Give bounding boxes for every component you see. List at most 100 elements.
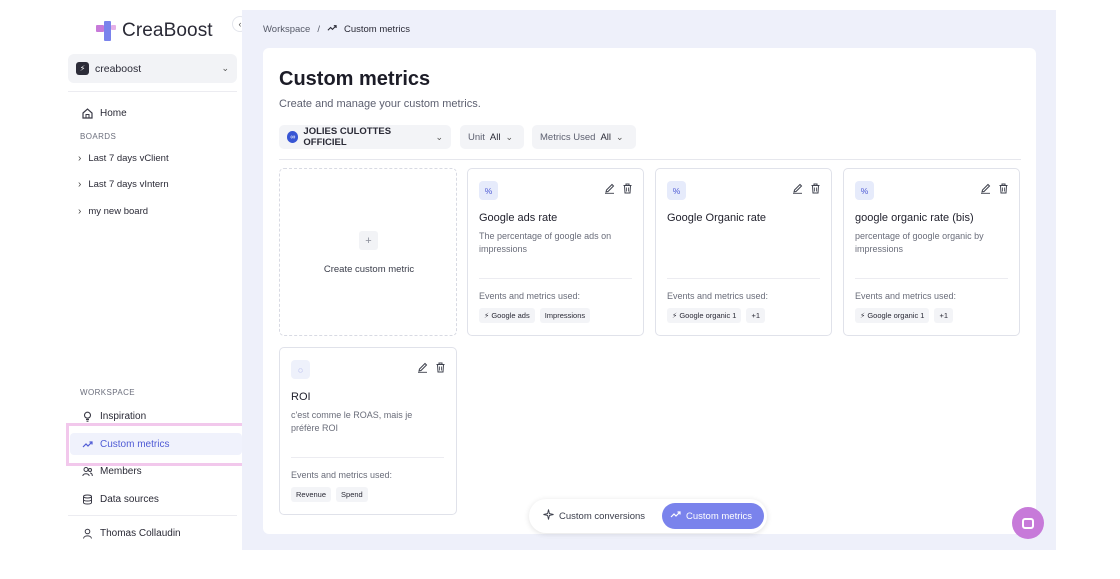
nav-home[interactable]: Home: [82, 105, 127, 121]
edit-icon[interactable]: [416, 361, 428, 373]
board-item-label: Last 7 days vIntern: [88, 179, 169, 190]
metric-tag: Revenue: [291, 487, 332, 502]
card-actions: [979, 182, 1009, 194]
metric-title: Google ads rate: [479, 212, 558, 224]
chevron-down-icon: ⌄: [616, 131, 624, 142]
metric-used-label: Events and metrics used:: [291, 470, 393, 480]
metric-used-label: Events and metrics used:: [855, 291, 957, 301]
metric-tag: +1: [934, 308, 954, 323]
account-filter-label: JOLIES CULOTTES OFFICIEL: [303, 126, 392, 148]
metric-tags: ⚡ Google organic 1 +1: [855, 308, 954, 323]
workspace-name: creaboost: [95, 62, 142, 75]
create-custom-metric-label: Create custom metric: [323, 264, 415, 275]
unit-filter-label: Unit: [468, 131, 485, 143]
edit-icon[interactable]: [979, 182, 991, 194]
metric-card[interactable]: % Google ads rate The percentage of goog…: [467, 168, 644, 336]
metric-tag: ⚡ Google ads: [479, 308, 535, 323]
divider: [291, 457, 444, 458]
percent-icon: %: [667, 181, 686, 200]
trending-up-icon: [327, 23, 337, 36]
percent-icon: %: [855, 181, 874, 200]
unit-filter[interactable]: Unit All ⌄: [460, 125, 524, 149]
metric-description: The percentage of google ads on impressi…: [479, 231, 612, 254]
percent-icon: %: [479, 181, 498, 200]
chevron-down-icon: ⌄: [221, 63, 229, 73]
home-icon: [82, 107, 93, 119]
nav-inspiration[interactable]: Inspiration: [82, 408, 146, 424]
lightbulb-icon: [82, 411, 93, 422]
breadcrumb: Workspace / Custom metrics: [263, 23, 410, 36]
divider: [855, 278, 1008, 279]
metric-used-label: Events and metrics used:: [667, 291, 769, 301]
metric-title: ROI: [291, 391, 311, 403]
app-name: CreaBoost: [122, 20, 213, 41]
members-icon: [82, 466, 93, 477]
metric-tag: ⚡ Google organic 1: [855, 308, 930, 323]
metric-tags: ⚡ Google ads Impressions: [479, 308, 591, 323]
board-item[interactable]: › Last 7 days vClient: [78, 153, 169, 164]
card-actions: [791, 182, 821, 194]
metric-tag: Impressions: [539, 308, 591, 323]
trending-up-icon: [670, 509, 681, 523]
sparkle-icon: [543, 509, 554, 523]
chat-support-button[interactable]: [1012, 507, 1044, 539]
metric-description: c'est comme le ROAS, mais je préfère ROI: [291, 410, 413, 433]
card-actions: [416, 361, 446, 373]
metric-tag: ⚡ Google organic 1: [667, 308, 742, 323]
metric-title: Google Organic rate: [667, 212, 767, 224]
custom-conversions-toggle[interactable]: Custom conversions: [535, 503, 653, 529]
nav-custom-metrics[interactable]: Custom metrics: [82, 436, 169, 452]
board-item[interactable]: › Last 7 days vIntern: [78, 179, 169, 190]
unit-filter-value: All: [489, 131, 501, 143]
metrics-used-filter[interactable]: Metrics Used All ⌄: [532, 125, 636, 149]
metrics-used-filter-label: Metrics Used: [540, 131, 596, 143]
metric-tags: ⚡ Google organic 1 +1: [667, 308, 766, 323]
metrics-used-filter-value: All: [600, 131, 611, 143]
create-custom-metric-card[interactable]: + Create custom metric: [279, 168, 457, 336]
chat-icon: [1022, 517, 1034, 529]
user-profile[interactable]: Thomas Collaudin: [82, 525, 181, 541]
breadcrumb-root[interactable]: Workspace: [263, 24, 310, 35]
user-name: Thomas Collaudin: [100, 527, 181, 539]
metric-card[interactable]: ◌ ROI c'est comme le ROAS, mais je préfè…: [279, 347, 457, 515]
divider: [279, 159, 1021, 160]
edit-icon[interactable]: [791, 182, 803, 194]
metric-tag: +1: [746, 308, 766, 323]
board-item-label: Last 7 days vClient: [88, 153, 169, 164]
breadcrumb-current: Custom metrics: [343, 24, 410, 35]
custom-metrics-toggle-label: Custom metrics: [686, 510, 752, 522]
chevron-down-icon: ⌄: [505, 131, 514, 142]
card-actions: [603, 182, 633, 194]
workspace-section-label: WORKSPACE: [80, 388, 136, 397]
trash-icon[interactable]: [997, 182, 1009, 194]
edit-icon[interactable]: [603, 182, 615, 194]
workspace-selector[interactable]: ⚡ creaboost ⌄: [68, 54, 237, 83]
divider: [479, 278, 632, 279]
sidebar: CreaBoost ‹ ⚡ creaboost ⌄ Home BOARDS › …: [0, 0, 248, 579]
metric-card[interactable]: % google organic rate (bis) percentage o…: [843, 168, 1020, 336]
nav-data-sources[interactable]: Data sources: [82, 491, 159, 507]
nav-custom-metrics-label: Custom metrics: [100, 438, 170, 450]
nav-members[interactable]: Members: [82, 463, 142, 479]
workspace-icon: ⚡: [76, 62, 89, 75]
trash-icon[interactable]: [434, 361, 446, 373]
custom-metrics-toggle[interactable]: Custom metrics: [662, 503, 764, 529]
plus-icon: +: [359, 231, 378, 250]
chevron-down-icon: ⌄: [435, 131, 443, 142]
divider: [68, 91, 237, 92]
account-filter[interactable]: ∞ JOLIES CULOTTES OFFICIEL ⌄: [279, 125, 451, 149]
board-item[interactable]: › my new board: [78, 206, 148, 217]
user-icon: [82, 528, 93, 539]
boards-section-label: BOARDS: [80, 132, 117, 141]
nav-members-label: Members: [100, 465, 142, 477]
metric-tag: Spend: [336, 487, 368, 502]
loading-icon: ◌: [291, 360, 310, 379]
trash-icon[interactable]: [809, 182, 821, 194]
nav-data-sources-label: Data sources: [100, 493, 159, 505]
trash-icon[interactable]: [621, 182, 633, 194]
breadcrumb-separator: /: [317, 24, 320, 35]
divider: [667, 278, 820, 279]
metric-card[interactable]: % Google Organic rate Events and metrics…: [655, 168, 832, 336]
meta-icon: ∞: [287, 131, 299, 143]
nav-inspiration-label: Inspiration: [100, 410, 147, 422]
